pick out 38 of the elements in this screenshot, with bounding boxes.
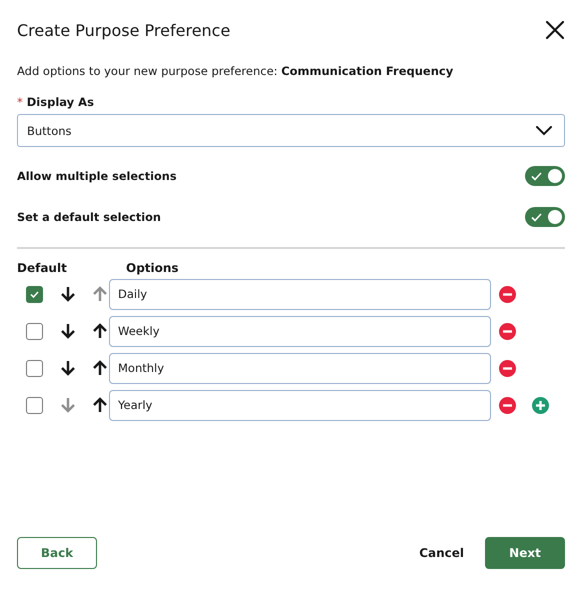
arrow-up-icon[interactable]: [92, 359, 108, 377]
default-checkbox[interactable]: [26, 286, 43, 302]
toggle-switch[interactable]: [525, 166, 565, 186]
arrow-down-icon[interactable]: [60, 285, 76, 303]
remove-icon[interactable]: [499, 322, 516, 340]
next-button[interactable]: Next: [485, 537, 565, 569]
toggle-switch[interactable]: [525, 207, 565, 227]
remove-icon[interactable]: [499, 360, 516, 376]
check-icon: [531, 172, 542, 181]
check-icon: [531, 213, 542, 222]
arrow-up-icon[interactable]: [92, 322, 108, 340]
cancel-button[interactable]: Cancel: [411, 537, 472, 569]
close-icon[interactable]: [545, 20, 565, 40]
default-checkbox[interactable]: [26, 322, 43, 340]
dialog-title: Create Purpose Preference: [17, 20, 230, 40]
arrow-down-icon[interactable]: [60, 322, 76, 340]
remove-icon[interactable]: [499, 396, 516, 414]
check-icon: [30, 290, 39, 298]
column-header: Options: [126, 261, 179, 275]
default-checkbox[interactable]: [26, 396, 43, 414]
arrow-down-icon[interactable]: [60, 359, 76, 377]
back-button[interactable]: Back: [17, 537, 97, 569]
display-as-select[interactable]: Buttons: [17, 114, 565, 147]
add-icon[interactable]: [532, 396, 549, 414]
default-checkbox[interactable]: [26, 360, 43, 376]
toggle-label: Set a default selection: [17, 210, 161, 224]
chevron-down-icon: [536, 126, 552, 136]
option-input[interactable]: Monthly: [109, 352, 491, 384]
option-input[interactable]: Weekly: [109, 316, 491, 346]
intro-text: Add options to your new purpose preference: Communication Frequency: [17, 64, 454, 78]
field-label: Display As: [26, 95, 94, 109]
column-header: Default: [17, 261, 68, 275]
required-marker: *: [17, 95, 23, 109]
arrow-up-icon[interactable]: [92, 396, 108, 414]
option-input[interactable]: Daily: [109, 278, 491, 310]
remove-icon[interactable]: [499, 286, 516, 302]
toggle-label: Allow multiple selections: [17, 170, 177, 182]
option-input[interactable]: Yearly: [109, 390, 491, 420]
